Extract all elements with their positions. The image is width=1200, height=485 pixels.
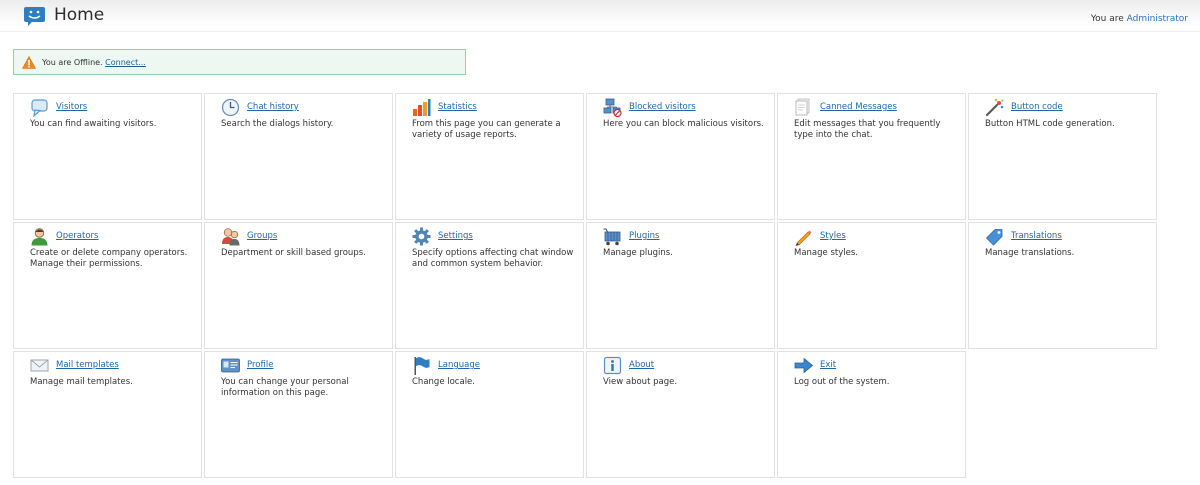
tile-translations: Translations Manage translations. [968,222,1157,349]
tag-icon [985,229,1003,246]
user-name-link[interactable]: Administrator [1127,14,1188,24]
settings-description: Specify options affecting chat window an… [412,248,574,269]
statistics-description: From this page you can generate a variet… [412,119,561,140]
header-bar: Home You are Administrator [0,0,1200,32]
tile-groups: Groups Department or skill based groups. [204,222,393,349]
mail-templates-description: Manage mail templates. [30,377,133,387]
about-description: View about page. [603,377,678,387]
blocked-network-icon [603,98,622,117]
exit-link[interactable]: Exit [820,360,836,370]
status-text: You are Offline. Connect... [42,58,146,67]
translations-link[interactable]: Translations [1011,231,1062,241]
visitors-description: You can find awaiting visitors. [30,119,157,129]
user-icon [31,228,48,246]
tile-profile: Profile You can change your personal info… [204,351,393,478]
blocked-visitors-description: Here you can block malicious visitors. [603,119,764,129]
tile-about: About View about page. [586,351,775,478]
tile-chat-history: Chat history Search the dialogs history. [204,93,393,220]
translations-description: Manage translations. [985,248,1075,258]
plugin-cart-icon [603,228,621,246]
tile-button-code: Button code Button HTML code generation. [968,93,1157,220]
user-prefix: You are [1090,14,1124,24]
clock-icon [221,98,240,117]
visitors-link[interactable]: Visitors [56,102,87,112]
tile-styles: Styles Manage styles. [777,222,966,349]
tile-canned-messages: Canned Messages Edit messages that you fr… [777,93,966,220]
connect-link[interactable]: Connect... [105,58,146,67]
about-link[interactable]: About [629,360,654,370]
canned-messages-link[interactable]: Canned Messages [820,102,897,112]
tile-exit: Exit Log out of the system. [777,351,966,478]
styles-link[interactable]: Styles [820,231,846,241]
bar-chart-icon [413,99,431,116]
exit-description: Log out of the system. [794,377,890,387]
user-info: You are Administrator [1091,14,1188,24]
envelope-icon [30,359,49,372]
arrow-right-icon [794,357,813,374]
language-description: Change locale. [412,377,475,387]
pencil-icon [795,230,812,246]
group-icon [222,228,240,246]
tile-statistics: Statistics From this page you can generat… [395,93,584,220]
tile-language: Language Change locale. [395,351,584,478]
profile-link[interactable]: Profile [247,360,273,370]
tile-mail-templates: Mail templates Manage mail templates. [13,351,202,478]
speech-bubble-icon [31,99,48,117]
id-card-icon [221,358,240,373]
blocked-visitors-link[interactable]: Blocked visitors [629,102,696,112]
chat-history-description: Search the dialogs history. [221,119,334,129]
plugins-link[interactable]: Plugins [629,231,659,241]
flag-icon [414,357,430,375]
mail-templates-link[interactable]: Mail templates [56,360,119,370]
logo-icon [24,7,45,26]
gear-icon [412,227,431,246]
canned-messages-description: Edit messages that you frequently type i… [794,119,941,140]
magic-wand-icon [985,98,1004,117]
operators-link[interactable]: Operators [56,231,98,241]
tile-operators: Operators Create or delete company operat… [13,222,202,349]
button-code-link[interactable]: Button code [1011,102,1063,112]
tile-plugins: Plugins Manage plugins. [586,222,775,349]
chat-history-link[interactable]: Chat history [247,102,299,112]
styles-description: Manage styles. [794,248,858,258]
plugins-description: Manage plugins. [603,248,673,258]
tile-settings: Settings Specify options affecting chat w… [395,222,584,349]
info-icon [603,356,622,375]
tile-blocked-visitors: Blocked visitors Here you can block malic… [586,93,775,220]
page-title: Home [54,5,105,25]
language-link[interactable]: Language [438,360,480,370]
profile-description: You can change your personal information… [221,377,349,398]
settings-link[interactable]: Settings [438,231,473,241]
groups-description: Department or skill based groups. [221,248,366,258]
statistics-link[interactable]: Statistics [438,102,477,112]
status-message: You are Offline. [42,58,103,67]
warning-icon [22,56,36,69]
status-box: You are Offline. Connect... [13,49,466,75]
groups-link[interactable]: Groups [247,231,277,241]
button-code-description: Button HTML code generation. [985,119,1115,129]
tile-visitors: Visitors You can find awaiting visitors. [13,93,202,220]
documents-icon [795,98,810,116]
operators-description: Create or delete company operators. Mana… [30,248,188,269]
